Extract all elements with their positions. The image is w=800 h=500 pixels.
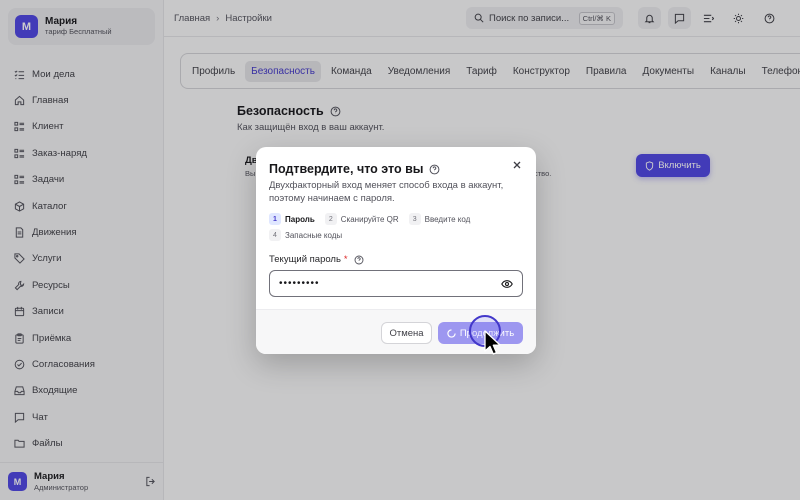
question-circle-icon[interactable] xyxy=(429,164,440,175)
password-input[interactable]: ••••••••• xyxy=(279,278,501,289)
question-circle-icon[interactable] xyxy=(354,255,364,265)
cancel-button[interactable]: Отмена xyxy=(381,322,432,344)
step-backup-codes: 4 Запасные коды xyxy=(269,229,342,241)
step-scan-qr: 2 Сканируйте QR xyxy=(324,213,399,225)
mouse-cursor-icon xyxy=(484,330,501,355)
stepper: 1 Пароль 2 Сканируйте QR 3 Введите код 4… xyxy=(269,211,524,243)
step-password: 1 Пароль xyxy=(269,213,315,225)
required-mark: * xyxy=(343,254,348,265)
close-icon[interactable] xyxy=(511,159,523,171)
current-password-field[interactable]: ••••••••• xyxy=(269,270,523,297)
dialog-description: Двухфакторный вход меняет способ входа в… xyxy=(269,180,504,204)
dialog-title: Подтвердите, что это вы xyxy=(269,162,440,176)
spinner-icon xyxy=(447,328,456,338)
step-enter-code: 3 Введите код xyxy=(408,213,470,225)
eye-icon[interactable] xyxy=(501,278,513,290)
password-field-label: Текущий пароль * xyxy=(269,254,364,265)
